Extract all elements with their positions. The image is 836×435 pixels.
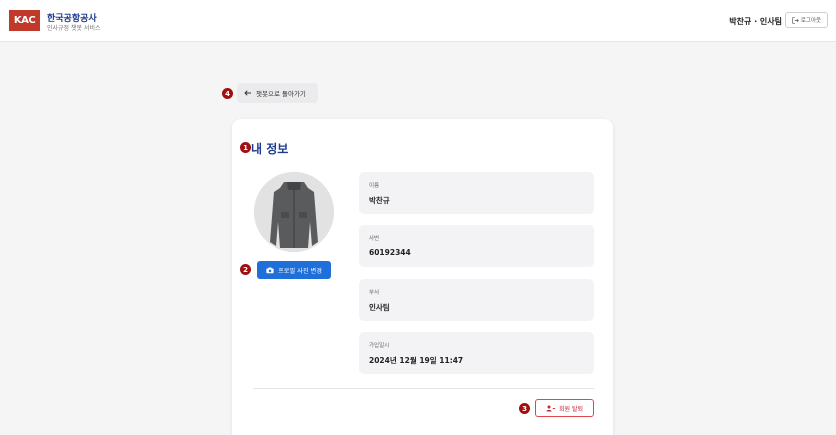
field-value: 60192344 (369, 248, 411, 257)
user-info: 박찬규 · 인사팀 (729, 17, 782, 26)
annotation-marker-2: 2 (240, 264, 251, 275)
back-button-label: 챗봇으로 돌아가기 (256, 90, 306, 98)
back-to-chatbot-button[interactable]: 챗봇으로 돌아가기 (237, 83, 318, 103)
camera-icon (266, 267, 274, 273)
brand-subtitle: 인사규정 챗봇 서비스 (47, 25, 101, 32)
card-divider (253, 388, 594, 389)
field-label: 부서 (369, 290, 380, 296)
field-value: 인사팀 (369, 303, 390, 312)
field-department: 부서 인사팀 (359, 279, 594, 321)
withdraw-button[interactable]: 회원 탈퇴 (535, 399, 594, 417)
annotation-marker-4: 4 (222, 88, 233, 99)
page-title: 내 정보 (251, 142, 289, 156)
logout-button[interactable]: 로그아웃 (785, 12, 828, 28)
change-photo-button[interactable]: 프로필 사진 변경 (257, 261, 331, 279)
logout-label: 로그아웃 (800, 18, 822, 24)
annotation-marker-3: 3 (519, 403, 530, 414)
field-employee-id: 사번 60192344 (359, 225, 594, 267)
field-value: 2024년 12월 19일 11:47 (369, 356, 464, 365)
field-joined-date: 가입일시 2024년 12월 19일 11:47 (359, 332, 594, 374)
top-header: KAC 한국공항공사 인사규정 챗봇 서비스 박찬규 · 인사팀 로그아웃 (0, 0, 836, 42)
field-label: 가입일시 (369, 343, 390, 349)
field-value: 박찬규 (369, 196, 390, 205)
profile-avatar (254, 172, 334, 252)
user-remove-icon (546, 405, 555, 411)
field-name: 이름 박찬규 (359, 172, 594, 214)
jacket-photo (254, 172, 334, 252)
logout-icon (792, 16, 799, 24)
arrow-left-icon (244, 90, 251, 96)
field-label: 사번 (369, 236, 380, 242)
kac-logo: KAC (9, 10, 40, 31)
annotation-marker-1: 1 (240, 142, 251, 153)
field-label: 이름 (369, 183, 380, 189)
withdraw-label: 회원 탈퇴 (559, 405, 583, 413)
change-photo-label: 프로필 사진 변경 (278, 267, 322, 275)
